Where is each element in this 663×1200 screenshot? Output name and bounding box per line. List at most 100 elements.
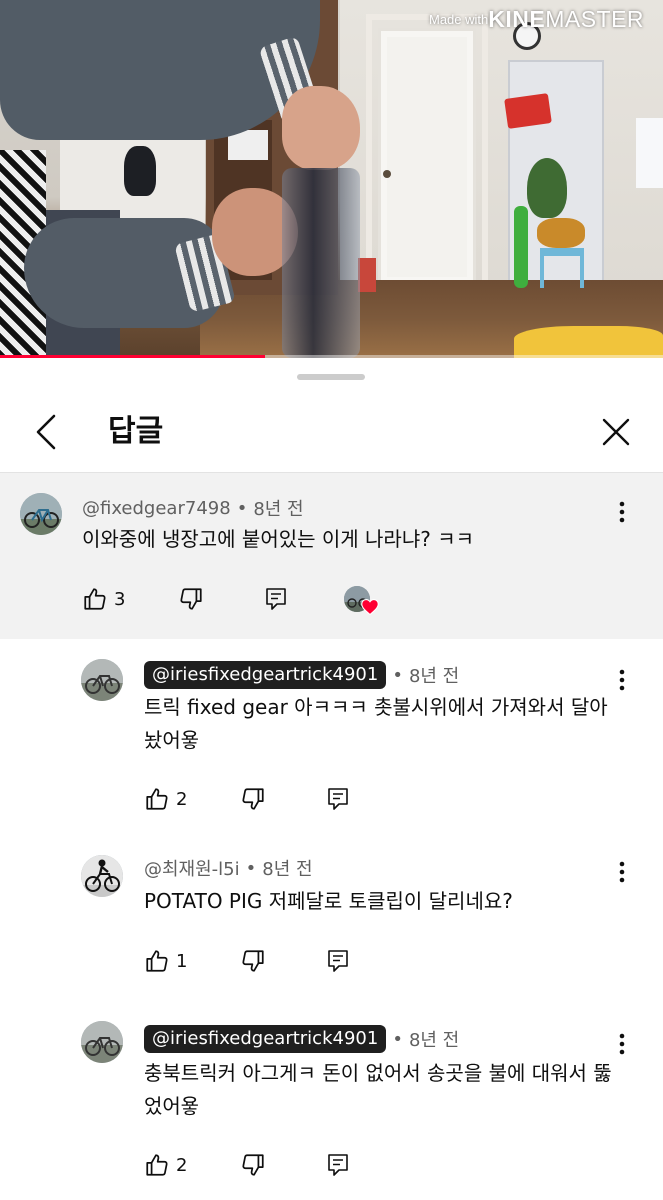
like-count: 1 (176, 950, 188, 972)
video-progress-fill (0, 355, 266, 358)
more-vertical-icon (619, 669, 625, 691)
like-count: 2 (176, 1154, 188, 1176)
bicycle-avatar-icon (20, 493, 62, 535)
comment-text: POTATO PIG 저페달로 토클립이 달리네요? (144, 889, 513, 913)
dislike-button[interactable] (178, 581, 204, 617)
comment-meta: @iriesfixedgeartrick4901 • 8년 전 (144, 661, 459, 689)
watermark-made-with: Made with (429, 12, 489, 27)
video-scene-bag (124, 146, 156, 196)
video-scene-sticker (504, 93, 552, 129)
back-button[interactable] (28, 410, 64, 454)
comment-time: 8년 전 (262, 859, 313, 880)
comment-time: 8년 전 (408, 1030, 460, 1051)
comment-actions: 2 (144, 781, 444, 817)
like-button[interactable]: 2 (144, 781, 187, 817)
video-scene-door (378, 28, 476, 286)
comment-time: 8년 전 (408, 666, 460, 687)
reply-button[interactable] (326, 1147, 350, 1183)
reply-button[interactable] (264, 581, 288, 617)
meta-separator: • (236, 497, 248, 519)
video-scene-green-tube (514, 206, 528, 288)
reply-comment: @iriesfixedgeartrick4901 • 8년 전 트릭 fixed… (0, 639, 663, 829)
like-button[interactable]: 1 (144, 943, 187, 979)
video-scene-window (636, 118, 663, 188)
meta-separator: • (245, 857, 257, 879)
reply-icon (328, 1154, 348, 1176)
reply-comment: @최재원-l5i • 8년 전 POTATO PIG 저페달로 토클립이 달리네… (0, 829, 663, 1005)
like-button[interactable]: 2 (144, 1147, 187, 1183)
kinemaster-watermark: Made withKINEMASTER (429, 6, 644, 33)
dislike-button[interactable] (240, 943, 266, 979)
thumbs-down-icon (180, 588, 202, 610)
video-scene-plastic-bag (282, 168, 360, 358)
more-button[interactable] (608, 495, 636, 529)
avatar[interactable] (81, 1021, 123, 1063)
like-button[interactable]: 3 (82, 581, 125, 617)
comment-actions: 2 (144, 1147, 444, 1183)
thumbs-up-icon (146, 1154, 168, 1176)
video-scene-plant-pot (537, 218, 585, 248)
video-scene-stool (540, 248, 584, 288)
more-button[interactable] (608, 663, 636, 697)
bicycle-avatar-icon (81, 659, 123, 701)
cyclist-avatar-icon (81, 855, 123, 897)
more-vertical-icon (619, 501, 625, 523)
video-scene-hand-upper (282, 86, 360, 170)
comment-meta: @최재원-l5i • 8년 전 (144, 855, 313, 881)
comment-meta: @fixedgear7498 • 8년 전 (82, 495, 304, 521)
reply-button[interactable] (326, 781, 350, 817)
heart-icon (361, 598, 379, 616)
comment-text: 트릭 fixed gear 아ㅋㅋㅋ 촛불시위에서 가져와서 달아놨어욯 (144, 695, 608, 752)
reply-icon (328, 950, 348, 972)
like-count: 2 (176, 788, 188, 810)
close-button[interactable] (596, 412, 636, 452)
like-count: 3 (114, 588, 126, 610)
reply-icon (266, 588, 286, 610)
meta-separator: • (392, 664, 403, 686)
replies-sheet: 답글 @fixedgear7498 • 8년 전 이와중에 냉장고에 붙어있는 … (0, 362, 663, 1200)
avatar[interactable] (81, 855, 123, 897)
dislike-button[interactable] (240, 1147, 266, 1183)
thumbs-down-icon (242, 950, 264, 972)
thumbs-down-icon (242, 1154, 264, 1176)
more-vertical-icon (619, 1033, 625, 1055)
video-scene-plant (527, 158, 567, 218)
comment-text: 이와중에 냉장고에 붙어있는 이게 나라냐? ㅋㅋ (82, 527, 475, 551)
comment-text: 충북트릭커 아그게ㅋ 돈이 없어서 송곳을 불에 대워서 뚫었어욯 (144, 1061, 612, 1118)
dislike-button[interactable] (240, 781, 266, 817)
thumbs-up-icon (84, 588, 106, 610)
watermark-brand-rest: MASTER (545, 6, 645, 32)
avatar[interactable] (20, 493, 62, 535)
video-player[interactable]: Made withKINEMASTER (0, 0, 663, 358)
comment-author[interactable]: @최재원-l5i (144, 855, 240, 881)
video-scene-door-knob (383, 170, 391, 178)
thumbs-up-icon (146, 788, 168, 810)
chevron-left-icon (36, 414, 56, 450)
parent-comment: @fixedgear7498 • 8년 전 이와중에 냉장고에 붙어있는 이게 … (0, 473, 663, 639)
more-button[interactable] (608, 1027, 636, 1061)
video-scene-cushion (514, 326, 663, 358)
bicycle-avatar-icon (81, 1021, 123, 1063)
reply-comment: @iriesfixedgeartrick4901 • 8년 전 충북트릭커 아그… (0, 1005, 663, 1200)
avatar[interactable] (81, 659, 123, 701)
watermark-brand-bold: KINE (488, 6, 546, 32)
comment-actions: 3 (82, 581, 382, 617)
comment-meta: @iriesfixedgeartrick4901 • 8년 전 (144, 1025, 459, 1053)
video-progress-bar[interactable] (0, 355, 663, 358)
comment-author[interactable]: @fixedgear7498 (82, 498, 231, 519)
video-scene-red-box (358, 258, 376, 292)
thumbs-up-icon (146, 950, 168, 972)
sheet-title: 답글 (108, 414, 164, 449)
creator-avatar (344, 586, 379, 616)
sheet-drag-handle[interactable] (297, 374, 365, 380)
comment-actions: 1 (144, 943, 444, 979)
more-vertical-icon (619, 861, 625, 883)
comment-author-creator[interactable]: @iriesfixedgeartrick4901 (144, 1025, 387, 1053)
comment-author-creator[interactable]: @iriesfixedgeartrick4901 (144, 661, 387, 689)
close-icon (602, 418, 630, 446)
meta-separator: • (392, 1028, 403, 1050)
sheet-header: 답글 (0, 392, 663, 472)
reply-button[interactable] (326, 943, 350, 979)
more-button[interactable] (608, 855, 636, 889)
comment-time: 8년 전 (253, 499, 304, 520)
